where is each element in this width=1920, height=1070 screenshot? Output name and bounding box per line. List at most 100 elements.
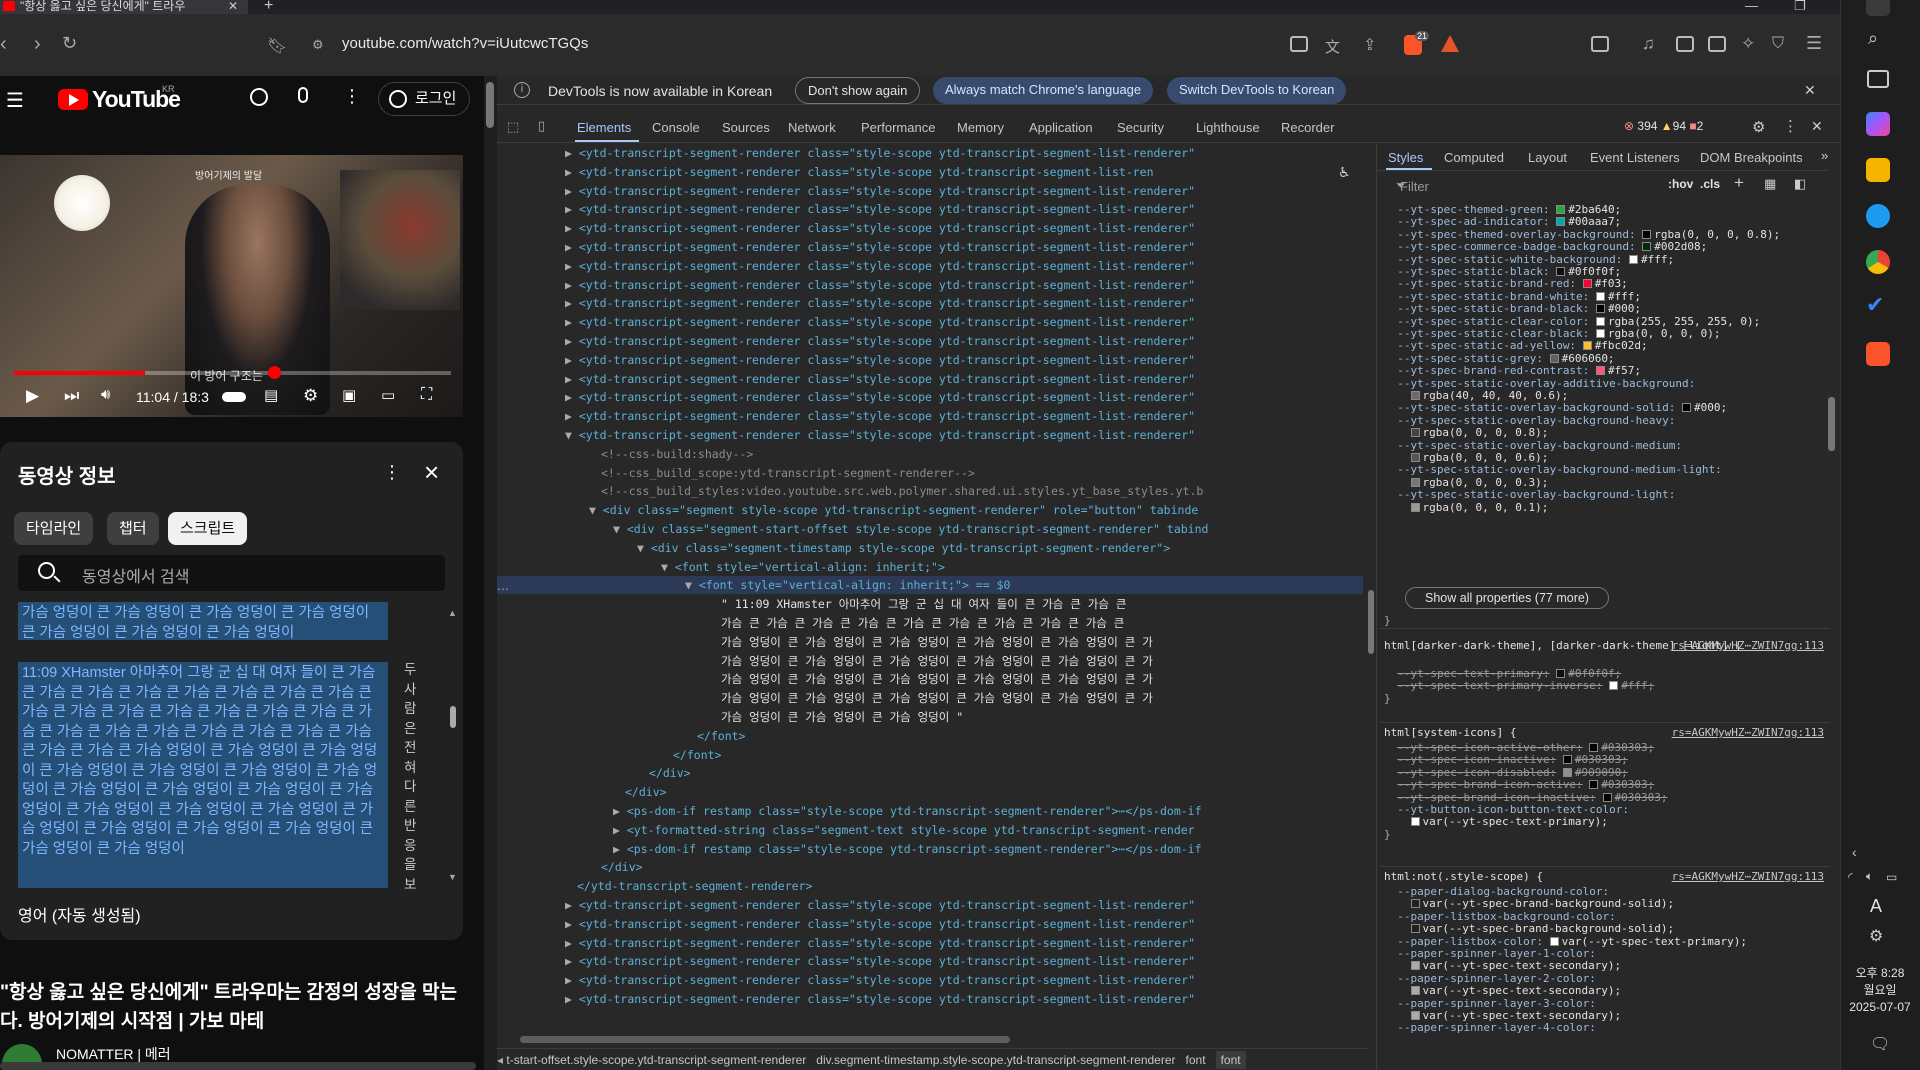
settings-icon[interactable]: ⚙ [303, 386, 318, 406]
login-button[interactable]: 로그인 [378, 82, 470, 116]
media-icon[interactable]: ♫ [1642, 34, 1655, 54]
page-scrollbar[interactable] [484, 76, 496, 1070]
expand-caret-icon[interactable]: ▶ [497, 954, 579, 968]
dom-node-line[interactable]: ▶ <ytd-transcript-segment-renderer class… [497, 294, 1363, 312]
style-rule-inline[interactable]: --yt-spec-themed-green: #2ba640; --yt-sp… [1384, 202, 1836, 587]
dom-node-line[interactable]: ▶ <ytd-transcript-segment-renderer class… [497, 407, 1363, 425]
chrome-icon[interactable] [1866, 250, 1890, 274]
volume-icon[interactable]: 🔊︎ [101, 386, 110, 403]
expand-caret-icon[interactable]: ▼ [497, 428, 579, 442]
rule-source-link[interactable]: rs=AGKMywHZ⋯ZWIN7gg:113 [1672, 725, 1824, 740]
color-swatch[interactable] [1410, 477, 1420, 487]
style-rule-darker-dark-theme[interactable]: html[darker-dark-theme], [darker-dark-th… [1384, 638, 1836, 718]
expand-caret-icon[interactable]: ▶ [497, 992, 579, 1006]
devtools-more-icon[interactable]: ⋮ [1783, 117, 1798, 135]
dont-show-again-button[interactable]: Don't show again [795, 77, 921, 104]
tray-expand-icon[interactable]: ‹ [1852, 844, 1857, 860]
play-icon[interactable]: ▶ [26, 386, 39, 406]
dom-node-line[interactable]: ▶ <ps-dom-if restamp class="style-scope … [497, 802, 1363, 820]
wallet-icon[interactable] [1708, 36, 1726, 52]
rule-header[interactable]: html[system-icons] {rs=AGKMywHZ⋯ZWIN7gg:… [1384, 725, 1836, 740]
tab-console[interactable]: Console [652, 120, 700, 135]
panel-close-icon[interactable]: × [424, 457, 439, 488]
dom-node-line[interactable]: ▼ <font style="vertical-align: inherit;"… [497, 558, 1363, 576]
style-rule-html-not-style-scope[interactable]: html:not(.style-scope) { rs=AGKMywHZ⋯ZWIN… [1384, 869, 1836, 1069]
tab-layout[interactable]: Layout [1528, 150, 1567, 165]
expand-caret-icon[interactable]: ▶ [497, 409, 579, 423]
rule-header[interactable]: html[darker-dark-theme], [darker-dark-th… [1384, 638, 1836, 653]
color-swatch[interactable] [1562, 755, 1572, 765]
back-icon[interactable]: ‹ [0, 33, 7, 56]
rule-selector[interactable]: html:not(.style-scope) { [1384, 870, 1543, 883]
dom-node-line[interactable]: ▼ <div class="segment-timestamp style-sc… [497, 539, 1363, 557]
dom-node-line[interactable]: 가슴 엉덩이 큰 가슴 엉덩이 큰 가슴 엉덩이 큰 가슴 엉덩이 큰 가슴 엉… [497, 633, 1363, 651]
channel-name[interactable]: NOMATTER | 메러 [56, 1044, 171, 1064]
expand-caret-icon[interactable]: ▶ [497, 146, 579, 160]
color-swatch[interactable] [1582, 279, 1592, 289]
panel-more-icon[interactable]: ⋮ [383, 462, 401, 483]
color-swatch[interactable] [1629, 254, 1639, 264]
color-swatch[interactable] [1410, 1011, 1420, 1020]
breadcrumb-left-icon[interactable]: ◂ [497, 1053, 506, 1067]
notifications-icon[interactable]: 🗨︎ [1870, 1034, 1890, 1054]
task-view-icon[interactable] [1867, 70, 1889, 88]
copilot-icon[interactable] [1866, 112, 1890, 136]
color-swatch[interactable] [1410, 899, 1420, 909]
dom-node-line[interactable]: ▶ <ytd-transcript-segment-renderer class… [497, 934, 1363, 952]
address-bar[interactable]: youtube.com/watch?v=iUutcwcTGQs [342, 35, 588, 52]
rule-source-link[interactable]: rs=AGKMywHZ⋯ZWIN7gg:113 [1672, 869, 1824, 884]
transcript-segment-selected[interactable]: 11:09 XHamster 아마추어 그랑 군 십 대 여자 들이 큰 가슴 … [18, 662, 388, 888]
tray-settings-icon[interactable]: ⚙ [1869, 926, 1883, 946]
more-tabs-icon[interactable]: » [1821, 148, 1828, 163]
tab-network[interactable]: Network [788, 120, 836, 135]
always-match-language-button[interactable]: Always match Chrome's language [933, 77, 1154, 104]
dom-node-line[interactable]: </div> [497, 764, 1363, 782]
dom-node-line[interactable]: ▼ <font style="vertical-align: inherit;"… [497, 576, 1363, 595]
expand-caret-icon[interactable]: ▶ [497, 165, 579, 179]
devtools-close-icon[interactable]: ✕ [1811, 118, 1823, 135]
tab-elements[interactable]: Elements [577, 120, 631, 135]
dom-node-line[interactable]: ▶ <ps-dom-if restamp class="style-scope … [497, 840, 1363, 858]
breadcrumb-item-selected[interactable]: font [1215, 1051, 1246, 1069]
tab-dom-breakpoints[interactable]: DOM Breakpoints [1700, 150, 1803, 165]
color-swatch[interactable] [1562, 767, 1572, 777]
more-options-icon[interactable]: ⋮ [343, 86, 361, 107]
dom-node-line[interactable]: ▶ <ytd-transcript-segment-renderer class… [497, 952, 1363, 970]
dom-node-line[interactable]: </font> [497, 727, 1363, 745]
dom-node-line[interactable]: ▶ <ytd-transcript-segment-renderer class… [497, 313, 1363, 331]
expand-caret-icon[interactable]: ▶ [497, 917, 579, 931]
rule-header[interactable]: html:not(.style-scope) { rs=AGKMywHZ⋯ZWIN… [1384, 869, 1836, 884]
color-swatch[interactable] [1642, 242, 1652, 252]
color-swatch[interactable] [1642, 229, 1652, 239]
color-swatch[interactable] [1410, 502, 1420, 512]
expand-caret-icon[interactable]: ▶ [497, 390, 579, 404]
dom-node-line[interactable]: <!--css_build_styles:video.youtube.src.w… [497, 482, 1363, 500]
color-swatch[interactable] [1410, 817, 1420, 827]
vpn-icon[interactable]: ⛉ [1772, 35, 1784, 53]
tab-computed[interactable]: Computed [1444, 150, 1504, 165]
computed-sidebar-icon[interactable]: ◧ [1794, 176, 1806, 192]
dom-node-line[interactable]: ▶ <ytd-transcript-segment-renderer class… [497, 200, 1363, 218]
dom-node-line[interactable]: " 11:09 XHamster 아마추어 그랑 군 십 대 여자 들이 큰 가… [497, 595, 1363, 613]
styles-filter-input[interactable]: Filter [1380, 176, 1660, 198]
scroll-down-icon[interactable]: ▼ [448, 872, 457, 882]
device-toolbar-icon[interactable]: ▯ [538, 118, 545, 134]
tab-event-listeners[interactable]: Event Listeners [1590, 150, 1680, 165]
minimize-icon[interactable]: — [1745, 0, 1758, 13]
dom-node-line[interactable]: ▶ <ytd-transcript-segment-renderer class… [497, 257, 1363, 275]
dom-node-line[interactable]: ▼ <div class="segment-start-offset style… [497, 520, 1363, 538]
volume-icon[interactable]: 🔈︎ [1866, 869, 1873, 884]
chip-transcript[interactable]: 스크립트 [168, 512, 248, 545]
property-value[interactable]: rgba(0, 0, 0, 0.1); [1423, 501, 1549, 514]
tab-sources[interactable]: Sources [722, 120, 770, 135]
dom-node-line[interactable]: ▼ <ytd-transcript-segment-renderer class… [497, 426, 1363, 444]
rule-source-link[interactable]: rs=AGKMywHZ⋯ZWIN7gg:113 [1672, 638, 1824, 653]
dom-node-line[interactable]: 가슴 엉덩이 큰 가슴 엉덩이 큰 가슴 엉덩이 큰 가슴 엉덩이 큰 가슴 엉… [497, 670, 1363, 688]
expand-caret-icon[interactable]: ▼ [497, 522, 627, 536]
dom-node-line[interactable]: ▶ <ytd-transcript-segment-renderer class… [497, 351, 1363, 369]
new-tab-icon[interactable]: + [264, 0, 273, 15]
dom-node-line[interactable]: ▶ <ytd-transcript-segment-renderer class… [497, 370, 1363, 388]
screenshot-icon[interactable] [1591, 36, 1609, 52]
ime-indicator[interactable]: A [1870, 896, 1882, 917]
accessibility-icon[interactable]: ♿︎ [1338, 164, 1351, 181]
